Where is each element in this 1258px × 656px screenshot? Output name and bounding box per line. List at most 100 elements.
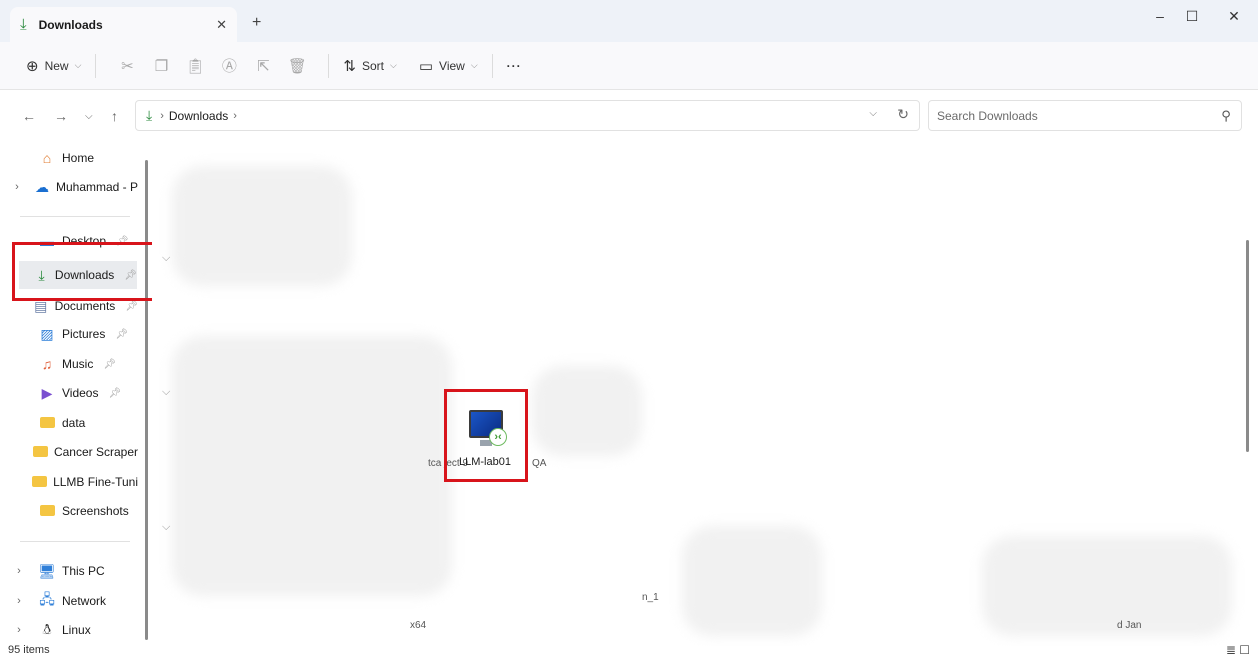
breadcrumb-separator: ›: [233, 109, 237, 122]
pin-icon: 📌︎: [108, 387, 122, 399]
sidebar-item-data[interactable]: data: [0, 409, 138, 437]
new-button[interactable]: ⊕ New ⌵: [26, 57, 81, 75]
expand-chevron-icon[interactable]: ›: [0, 595, 38, 607]
up-arrow-icon[interactable]: ↑: [111, 108, 118, 124]
obscured-region: [172, 166, 352, 286]
obscured-region: [982, 536, 1232, 636]
new-label: New: [44, 58, 69, 73]
network-icon: 🖧: [39, 591, 55, 607]
close-window-button[interactable]: ✕: [1219, 8, 1249, 25]
search-input[interactable]: [937, 108, 1211, 123]
toolbar-divider: [328, 53, 330, 78]
address-bar[interactable]: ⤓ › Downloads › ⌵ ↻: [135, 100, 920, 131]
sort-label: Sort: [362, 58, 385, 73]
sidebar-item-label: Cancer Scraper: [53, 445, 138, 459]
sidebar-item-label: Documents: [54, 299, 116, 313]
sidebar-item-music[interactable]: ♫ Music 📌︎: [0, 350, 138, 378]
expand-chevron-icon[interactable]: ›: [0, 624, 38, 636]
partial-filename: d Jan: [1117, 620, 1142, 631]
view-button[interactable]: ▭ View ⌵: [419, 57, 478, 75]
toolbar-divider: [95, 53, 97, 78]
pictures-icon: ▨: [40, 325, 54, 342]
sidebar-item-label: Music: [62, 357, 94, 371]
partial-filename: n_1: [642, 592, 659, 603]
plus-circle-icon: ⊕: [26, 57, 39, 75]
breadcrumb-downloads[interactable]: Downloads: [169, 109, 228, 123]
search-box[interactable]: ⚲: [928, 100, 1242, 131]
pc-icon: 🖥︎: [38, 562, 56, 579]
group-chevron-icon[interactable]: ⌵: [162, 521, 170, 534]
music-icon: ♫: [41, 356, 53, 372]
pin-icon: 📌︎: [115, 328, 129, 340]
forward-arrow-icon[interactable]: →: [54, 108, 68, 124]
more-options-button[interactable]: ···: [507, 59, 522, 73]
sidebar-item-label: This PC: [62, 564, 105, 578]
chevron-down-icon: ⌵: [470, 60, 478, 70]
pin-icon: 📌︎: [125, 300, 138, 312]
partial-filename: x64: [410, 620, 427, 631]
folder-icon: [38, 503, 56, 519]
sidebar-item-home[interactable]: ⌂ Home: [0, 144, 138, 172]
sidebar-item-label: Screenshots: [62, 504, 129, 518]
status-bar: 95 items ≣ ☐: [0, 643, 1258, 656]
obscured-region: [532, 366, 642, 456]
chevron-down-icon[interactable]: ⌵: [869, 108, 877, 119]
file-list-area: ⌵ ⌵ ⌵ tca ject 9 QA n_1 x64 d Jan ›‹ LLM…: [152, 136, 1248, 646]
sidebar-item-linux[interactable]: › 🐧︎ Linux: [0, 616, 138, 644]
title-bar: ⤓ Downloads ✕ + – ☐ ✕: [0, 0, 1258, 42]
sidebar-item-llmb-fine-tuning[interactable]: LLMB Fine-Tuni: [0, 468, 138, 496]
command-bar: ⊕ New ⌵ ✂ ❐ 📋︎ Ⓐ ⇱ 🗑︎ ⇅ Sort ⌵ ▭ View ⌵ …: [0, 42, 1258, 90]
sidebar-item-screenshots[interactable]: Screenshots: [0, 497, 138, 525]
sidebar-item-label: LLMB Fine-Tuni: [53, 475, 138, 489]
folder-icon: [32, 474, 48, 490]
view-label: View: [439, 58, 465, 73]
delete-icon[interactable]: 🗑︎: [280, 57, 314, 75]
sidebar-item-pictures[interactable]: ▨ Pictures 📌︎: [0, 320, 138, 348]
sidebar-item-this-pc[interactable]: › 🖥︎ This PC: [0, 557, 138, 585]
chevron-down-icon: ⌵: [74, 60, 82, 70]
onedrive-icon: ☁: [34, 178, 49, 195]
sidebar-item-videos[interactable]: ▶ Videos 📌︎: [0, 379, 138, 407]
sidebar-item-onedrive[interactable]: › ☁ Muhammad - P: [0, 173, 138, 201]
new-tab-button[interactable]: +: [252, 14, 261, 32]
tab-downloads[interactable]: ⤓ Downloads ✕: [10, 7, 237, 42]
group-chevron-icon[interactable]: ⌵: [162, 252, 170, 265]
sort-button[interactable]: ⇅ Sort ⌵: [343, 57, 396, 75]
paste-icon[interactable]: 📋︎: [178, 57, 212, 75]
cut-icon[interactable]: ✂: [110, 57, 144, 75]
navigation-pane: ⌂ Home › ☁ Muhammad - P ▬ Desktop 📌︎ ⤓ D…: [0, 136, 150, 646]
search-icon[interactable]: ⚲: [1211, 108, 1241, 124]
maximize-button[interactable]: ☐: [1177, 8, 1207, 25]
recent-locations-icon[interactable]: ⌵: [85, 111, 93, 122]
toolbar-divider: [491, 53, 493, 78]
share-icon[interactable]: ⇱: [246, 57, 280, 75]
sidebar-item-network[interactable]: › 🖧 Network: [0, 587, 138, 615]
sidebar-item-label: Videos: [62, 386, 99, 400]
group-chevron-icon[interactable]: ⌵: [162, 386, 170, 399]
sidebar-scrollbar[interactable]: [145, 160, 148, 640]
back-arrow-icon[interactable]: ←: [22, 108, 36, 124]
copy-icon[interactable]: ❐: [144, 57, 178, 75]
sidebar-divider: [20, 541, 130, 542]
obscured-region: [682, 526, 822, 636]
breadcrumb-separator: ›: [160, 109, 164, 122]
rename-icon[interactable]: Ⓐ: [212, 55, 246, 76]
sidebar-item-label: data: [62, 416, 86, 430]
expand-chevron-icon[interactable]: ›: [0, 565, 38, 577]
minimize-button[interactable]: –: [1145, 8, 1175, 24]
expand-chevron-icon[interactable]: ›: [0, 181, 34, 193]
linux-icon: 🐧︎: [42, 620, 52, 637]
sidebar-item-label: Pictures: [62, 327, 106, 341]
view-toggle-icons[interactable]: ≣ ☐: [1226, 643, 1250, 656]
close-tab-icon[interactable]: ✕: [216, 17, 227, 33]
folder-icon: [32, 444, 48, 460]
refresh-icon[interactable]: ↻: [897, 106, 909, 123]
view-icon: ▭: [418, 57, 434, 75]
sidebar-item-label: Home: [62, 151, 95, 165]
content-scrollbar[interactable]: [1246, 240, 1249, 452]
obscured-region: [172, 336, 452, 596]
sidebar-item-cancer-scraper[interactable]: Cancer Scraper: [0, 438, 138, 466]
partial-filename: QA: [532, 458, 547, 469]
home-icon: ⌂: [42, 150, 52, 166]
sidebar-item-label: Muhammad - P: [55, 180, 138, 194]
